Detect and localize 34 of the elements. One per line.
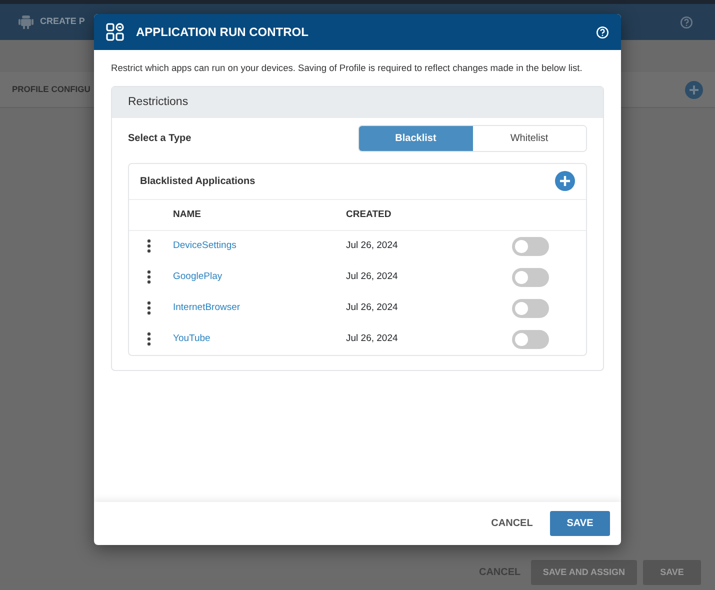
grid-icon (106, 23, 124, 41)
cancel-button[interactable]: CANCEL (482, 511, 542, 536)
created-date: Jul 26, 2024 (346, 270, 398, 284)
app-link[interactable]: DeviceSettings (173, 239, 236, 254)
created-date: Jul 26, 2024 (346, 332, 398, 346)
list-title: Blacklisted Applications (140, 174, 256, 189)
more-icon[interactable] (147, 270, 151, 284)
column-header: CREATED (346, 200, 512, 231)
column-header: NAME (173, 200, 346, 231)
robot-icon (18, 14, 34, 30)
more-icon[interactable] (147, 332, 151, 346)
section-title: PROFILE CONFIGU (12, 83, 90, 96)
dialog-title: APPLICATION RUN CONTROL (136, 24, 310, 41)
toggle-switch[interactable] (512, 236, 549, 256)
add-icon[interactable] (685, 80, 703, 98)
created-date: Jul 26, 2024 (346, 239, 398, 254)
app-link[interactable]: GooglePlay (173, 270, 222, 285)
add-icon[interactable] (555, 171, 575, 192)
description-text: Restrict which apps can run on your devices. Saving of Profile is required to reflect changes made in the below list. (111, 62, 584, 75)
type-tab[interactable]: Blacklist (359, 126, 472, 152)
panel-title: Restrictions (128, 94, 188, 110)
toggle-switch[interactable] (512, 298, 549, 318)
toggle-switch[interactable] (512, 330, 549, 349)
type-label: Select a Type (128, 132, 192, 146)
created-date: Jul 26, 2024 (346, 301, 398, 316)
more-icon[interactable] (147, 301, 151, 316)
toggle-switch[interactable] (512, 268, 549, 287)
save-button[interactable]: SAVE (550, 511, 610, 536)
save-button[interactable]: SAVE (643, 560, 701, 585)
more-icon[interactable] (147, 239, 151, 254)
page-title: CREATE P (40, 15, 85, 28)
save-button[interactable]: SAVE AND ASSIGN (530, 560, 637, 585)
app-link[interactable]: YouTube (173, 332, 210, 347)
app-link[interactable]: InternetBrowser (173, 301, 240, 316)
